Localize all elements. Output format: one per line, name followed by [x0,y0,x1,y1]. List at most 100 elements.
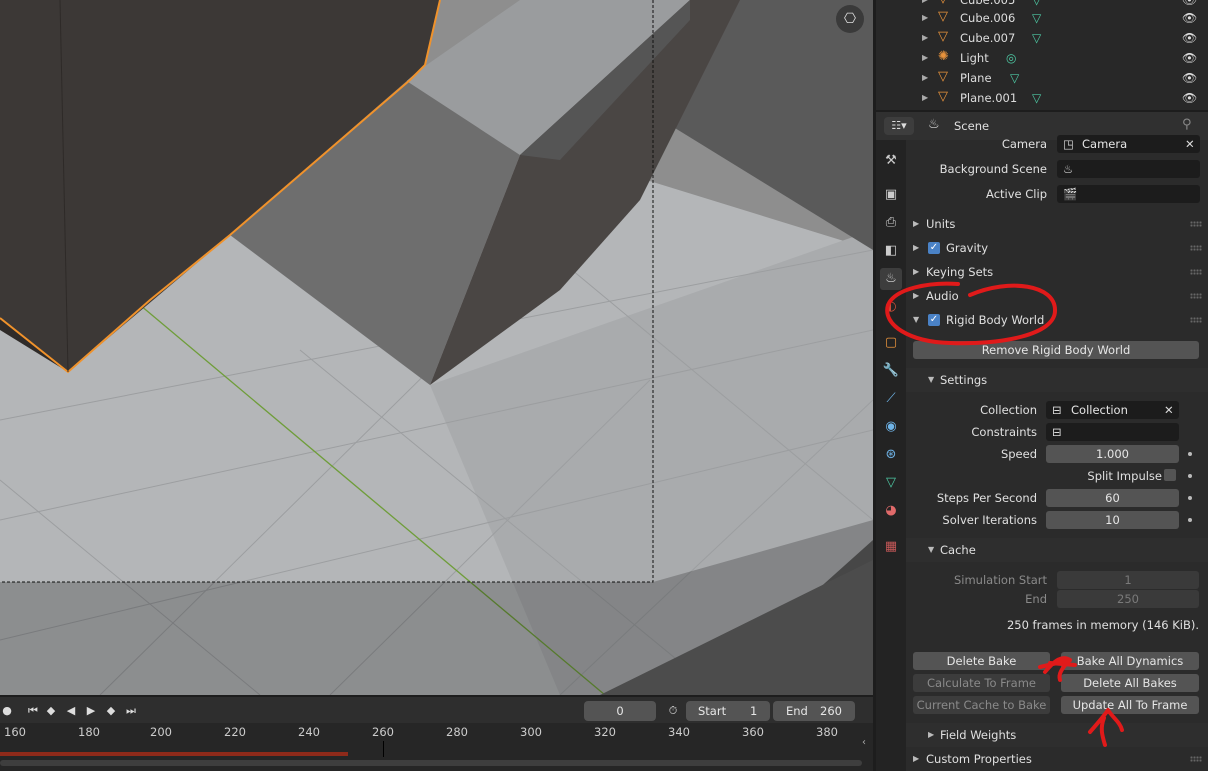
render-tab-icon[interactable]: ▣ [880,184,902,206]
mesh-data-icon[interactable]: ▽ [1032,88,1041,108]
drag-handle-icon[interactable] [1190,293,1202,299]
mesh-data-tab-icon[interactable]: ▽ [880,472,902,494]
panel-audio[interactable]: ▶ Audio [906,284,1208,308]
next-keyframe-icon[interactable]: ◆ [102,703,120,719]
record-icon[interactable]: ● [0,703,16,719]
collection-field[interactable]: ⊟ Collection ✕ [1046,401,1179,419]
object-tab-icon[interactable]: ▢ [880,332,902,354]
delete-all-bakes-button[interactable]: Delete All Bakes [1061,674,1199,692]
tool-tab-icon[interactable]: ⚒ [880,150,902,172]
scroll-arrow-icon[interactable]: ‹ [862,737,866,748]
list-item[interactable]: ▶ ▽ Cube.006 ▽ 👁 [876,8,1208,28]
expand-icon[interactable]: ▶ [922,48,928,68]
editor-type-dropdown[interactable]: ☷▾ [884,117,914,135]
outliner[interactable]: ▶ ▽ Cube.005 ▽ 👁 ▶ ▽ Cube.006 ▽ 👁 ▶ ▽ Cu… [876,0,1208,110]
keyframe-dot-icon[interactable] [1188,474,1192,478]
stopwatch-icon[interactable]: ⏱ [664,703,682,719]
constraints-tab-icon[interactable]: ⊛ [880,444,902,466]
calculate-to-frame-button[interactable]: Calculate To Frame [913,674,1050,692]
speed-field[interactable]: 1.000 [1046,445,1179,463]
expand-icon[interactable]: ▶ [922,68,928,88]
play-reverse-icon[interactable]: ◀ [62,703,80,719]
current-cache-to-bake-button[interactable]: Current Cache to Bake [913,696,1050,714]
pin-icon[interactable]: ⚲ [1182,117,1192,132]
split-impulse-checkbox[interactable] [1164,469,1176,481]
list-item[interactable]: ▶ ▽ Plane.001 ▽ 👁 [876,88,1208,108]
panel-units[interactable]: ▶ Units [906,212,1208,236]
drag-handle-icon[interactable] [1190,245,1202,251]
eye-icon[interactable]: 👁 [1182,8,1197,28]
scene-tab-icon[interactable]: ♨ [880,268,902,290]
frame-tick: 380 [816,725,838,739]
clear-icon[interactable]: ✕ [1185,135,1195,153]
collapsed-arrow-icon: ▶ [913,219,920,228]
delete-bake-button[interactable]: Delete Bake [913,652,1050,670]
modifier-tab-icon[interactable]: 🔧 [880,360,902,382]
list-item[interactable]: ▶ ▽ Plane ▽ 👁 [876,68,1208,88]
update-all-to-frame-button[interactable]: Update All To Frame [1061,696,1199,714]
expanded-arrow-icon: ▼ [928,375,935,384]
collapsed-arrow-icon: ▶ [913,243,920,252]
eye-icon[interactable]: 👁 [1182,68,1197,88]
remove-rigid-body-world-button[interactable]: Remove Rigid Body World [913,341,1199,359]
keyframe-dot-icon[interactable] [1188,518,1192,522]
bake-all-dynamics-button[interactable]: Bake All Dynamics [1061,652,1199,670]
output-tab-icon[interactable]: ⎙ [880,212,902,234]
simulation-end-field[interactable]: 250 [1057,590,1199,608]
expand-icon[interactable]: ▶ [922,88,928,108]
keyframe-dot-icon[interactable] [1188,496,1192,500]
panel-custom-properties[interactable]: ▶ Custom Properties [906,747,1208,771]
keyframe-dot-icon[interactable] [1188,452,1192,456]
properties-editor[interactable]: ☷▾ ♨ Scene ⚲ ⚒ ▣ ⎙ ◧ ♨ ◐ ▢ 🔧 ⟋ ◉ ⊛ ▽ ◕ ▦… [876,112,1208,771]
drag-handle-icon[interactable] [1190,269,1202,275]
mesh-data-icon[interactable]: ▽ [1032,28,1041,48]
eye-icon[interactable]: 👁 [1182,28,1197,48]
steps-per-second-field[interactable]: 60 [1046,489,1179,507]
list-item[interactable]: ▶ ▽ Cube.007 ▽ 👁 [876,28,1208,48]
timeline-scrollbar[interactable] [0,760,862,766]
jump-start-icon[interactable]: ⏮ [24,703,42,719]
background-scene-field[interactable]: ♨ [1057,160,1200,178]
split-impulse-label: Split Impulse [1087,469,1162,483]
panel-rigid-body-world[interactable]: ▼ ✓ Rigid Body World [906,308,1208,332]
physics-tab-icon[interactable]: ◉ [880,416,902,438]
rigid-body-world-checkbox[interactable]: ✓ [928,314,940,326]
material-tab-icon[interactable]: ◕ [880,500,902,522]
subpanel-field-weights[interactable]: ▶ Field Weights [906,723,1208,747]
expand-icon[interactable]: ▶ [922,28,928,48]
camera-field[interactable]: ◳ Camera ✕ [1057,135,1200,153]
prev-keyframe-icon[interactable]: ◆ [42,703,60,719]
current-frame-field[interactable]: 0 [584,701,656,721]
camera-view-icon[interactable]: ⎔ [836,5,864,33]
light-data-icon[interactable]: ◎ [1006,48,1016,68]
drag-handle-icon[interactable] [1190,756,1202,762]
jump-end-icon[interactable]: ⏭ [122,703,140,719]
drag-handle-icon[interactable] [1190,221,1202,227]
view-layer-tab-icon[interactable]: ◧ [880,240,902,262]
texture-tab-icon[interactable]: ▦ [880,536,902,558]
start-frame-field[interactable]: Start 1 [686,701,770,721]
eye-icon[interactable]: 👁 [1182,88,1197,108]
mesh-data-icon[interactable]: ▽ [1032,8,1041,28]
constraints-field[interactable]: ⊟ [1046,423,1179,441]
panel-keying-sets[interactable]: ▶ Keying Sets [906,260,1208,284]
end-frame-field[interactable]: End 260 [773,701,855,721]
drag-handle-icon[interactable] [1190,317,1202,323]
gravity-checkbox[interactable]: ✓ [928,242,940,254]
panel-gravity[interactable]: ▶ ✓ Gravity [906,236,1208,260]
expand-icon[interactable]: ▶ [922,8,928,28]
simulation-start-field[interactable]: 1 [1057,571,1199,589]
list-item[interactable]: ▶ ✺ Light ◎ 👁 [876,48,1208,68]
particles-tab-icon[interactable]: ⟋ [880,388,902,410]
active-clip-field[interactable]: 🎬 [1057,185,1200,203]
solver-iterations-field[interactable]: 10 [1046,511,1179,529]
clear-icon[interactable]: ✕ [1164,401,1174,419]
world-tab-icon[interactable]: ◐ [880,296,902,318]
subpanel-settings[interactable]: ▼ Settings [906,368,1208,392]
subpanel-cache[interactable]: ▼ Cache [906,538,1208,562]
play-icon[interactable]: ▶ [82,703,100,719]
eye-icon[interactable]: 👁 [1182,48,1197,68]
mesh-data-icon[interactable]: ▽ [1010,68,1019,88]
3d-viewport[interactable]: ⎔ [0,0,873,695]
timeline[interactable]: ● ⏮ ◆ ◀ ▶ ◆ ⏭ 0 ⏱ Start 1 End 260 160 18… [0,697,873,771]
